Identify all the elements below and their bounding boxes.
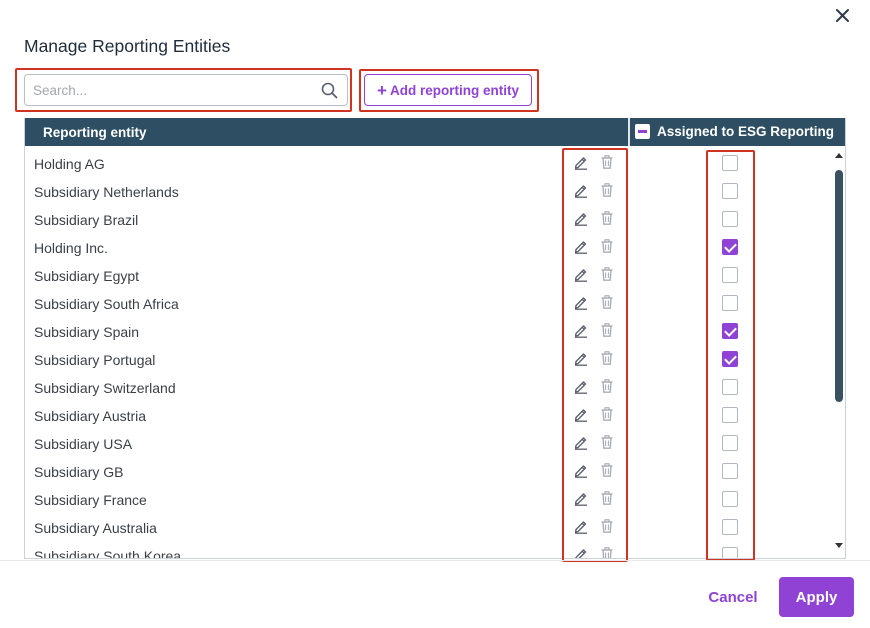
entity-name: Holding AG: [34, 156, 105, 172]
search-icon[interactable]: [321, 82, 338, 99]
scroll-thumb[interactable]: [835, 170, 843, 402]
header-divider: [628, 118, 630, 146]
search-field[interactable]: [24, 74, 348, 106]
column-header-assigned: Assigned to ESG Reporting: [635, 124, 834, 139]
row-actions-highlight-box: [562, 148, 628, 562]
entity-name: Subsidiary South Africa: [34, 296, 179, 312]
cancel-button[interactable]: Cancel: [696, 577, 770, 617]
scroll-down-arrow-icon[interactable]: [835, 543, 843, 548]
close-icon: [836, 9, 849, 22]
table-header: Reporting entity Assigned to ESG Reporti…: [25, 118, 845, 146]
assigned-checkbox-highlight-box: [706, 150, 755, 561]
entity-name: Subsidiary Portugal: [34, 352, 156, 368]
entity-name: Holding Inc.: [34, 240, 108, 256]
dialog-title: Manage Reporting Entities: [24, 36, 231, 56]
close-button[interactable]: [832, 5, 854, 27]
entity-name: Subsidiary Switzerland: [34, 380, 176, 396]
add-reporting-entity-button[interactable]: + Add reporting entity: [364, 74, 532, 106]
search-input[interactable]: [33, 75, 311, 105]
scroll-up-arrow-icon[interactable]: [835, 153, 843, 158]
entity-name: Subsidiary Brazil: [34, 212, 139, 228]
plus-icon: +: [377, 80, 387, 100]
entity-name: Subsidiary Australia: [34, 520, 157, 536]
entity-name: Subsidiary Spain: [34, 324, 140, 340]
column-header-assigned-label: Assigned to ESG Reporting: [657, 124, 835, 139]
select-all-checkbox[interactable]: [635, 124, 650, 139]
entity-name: Subsidiary GB: [34, 464, 124, 480]
entity-name: Subsidiary Egypt: [34, 268, 140, 284]
add-button-label: Add reporting entity: [389, 82, 519, 98]
entity-name: Subsidiary Austria: [34, 408, 147, 424]
entity-name: Subsidiary USA: [34, 436, 133, 452]
vertical-scrollbar[interactable]: [831, 150, 845, 558]
entity-name: Subsidiary South Korea: [34, 548, 182, 558]
footer-divider: [0, 560, 870, 561]
entity-name: Subsidiary Netherlands: [34, 184, 179, 200]
entity-name: Subsidiary France: [34, 492, 147, 508]
apply-button[interactable]: Apply: [779, 577, 854, 617]
column-header-entity[interactable]: Reporting entity: [43, 125, 147, 140]
